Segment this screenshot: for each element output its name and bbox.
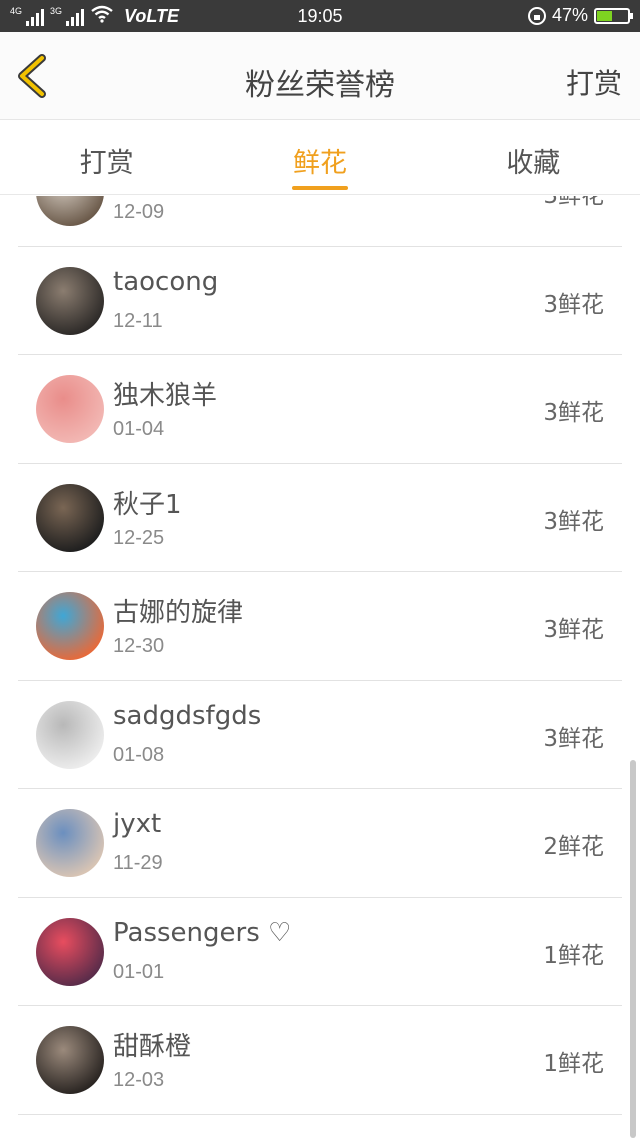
scrollbar[interactable]: [630, 760, 636, 1138]
nav-bar: 粉丝荣誉榜 打赏: [0, 32, 640, 120]
date-label: 12-30: [113, 635, 165, 657]
tab-bar: 打赏 鲜花 收藏: [0, 121, 640, 195]
list-item[interactable]: 甜酥橙 12-03 1鲜花: [0, 1006, 640, 1115]
avatar[interactable]: [36, 700, 104, 769]
flower-count: 1鲜花: [543, 1051, 604, 1077]
flower-count: 3鲜花: [543, 508, 604, 535]
avatar[interactable]: [36, 1026, 104, 1094]
avatar[interactable]: [36, 196, 104, 226]
avatar[interactable]: [36, 809, 104, 877]
date-label: 12-03: [113, 1069, 165, 1091]
reward-button[interactable]: 打赏: [566, 62, 622, 102]
date-label: 01-04: [113, 418, 165, 440]
flower-count: 3鲜花: [543, 291, 604, 318]
user-name: 甜酥橙: [113, 1032, 192, 1062]
date-label: 01-08: [113, 743, 165, 766]
list-item[interactable]: 古娜的旋律 12-30 3鲜花: [0, 572, 640, 681]
list-item[interactable]: sadgdsfgds 01-08 3鲜花: [0, 681, 640, 790]
user-name: 古娜的旋律: [113, 598, 244, 628]
flower-count: 3鲜花: [543, 617, 604, 643]
user-name: 秋子1: [113, 489, 182, 520]
battery-percent: 47%: [551, 5, 588, 25]
tab-flowers[interactable]: 鲜花: [213, 121, 426, 194]
list-item[interactable]: Passengers ♡ 01-01 1鲜花: [0, 898, 640, 1007]
list-item[interactable]: jyxt 11-29 2鲜花: [0, 789, 640, 898]
avatar[interactable]: [36, 592, 104, 660]
status-bar: 4G 3G VoLTE 19:05 47%: [0, 0, 640, 32]
list-item[interactable]: taocong 12-11 3鲜花: [0, 247, 640, 356]
list-item[interactable]: 独木狼羊 01-04 3鲜花: [0, 355, 640, 464]
tab-reward[interactable]: 打赏: [0, 121, 213, 194]
date-label: 12-25: [113, 526, 165, 549]
fan-list[interactable]: 简单朱说12-093鲜花taocong12-113鲜花独木狼羊01-043鲜花秋…: [0, 196, 640, 1138]
status-right: 47%: [527, 5, 633, 26]
flower-count: 1鲜花: [543, 942, 604, 969]
list-item[interactable]: 简单朱说12-093鲜花: [0, 196, 640, 247]
user-name: taocong: [113, 266, 219, 297]
user-name: sadgdsfgds: [113, 700, 262, 731]
flower-count: 3鲜花: [543, 400, 604, 426]
flower-count: 3鲜花: [543, 196, 604, 209]
tab-favorites[interactable]: 收藏: [427, 121, 640, 194]
avatar[interactable]: [36, 375, 104, 443]
user-name: 独木狼羊: [113, 381, 218, 411]
date-label: 11-29: [113, 852, 163, 874]
date-label: 12-09: [113, 201, 165, 223]
avatar[interactable]: [36, 266, 104, 335]
avatar[interactable]: [36, 483, 104, 552]
avatar[interactable]: [36, 917, 104, 986]
date-label: 01-01: [113, 960, 165, 983]
page-title: 粉丝荣誉榜: [245, 68, 395, 103]
user-name: Passengers ♡: [113, 917, 292, 948]
flower-count: 2鲜花: [543, 834, 604, 860]
list-item[interactable]: 秋子1 12-25 3鲜花: [0, 464, 640, 573]
user-name: jyxt: [113, 809, 162, 839]
date-label: 12-11: [113, 309, 163, 332]
battery-icon: [594, 7, 633, 24]
rotation-lock-icon: [527, 6, 546, 25]
flower-count: 3鲜花: [543, 725, 604, 752]
